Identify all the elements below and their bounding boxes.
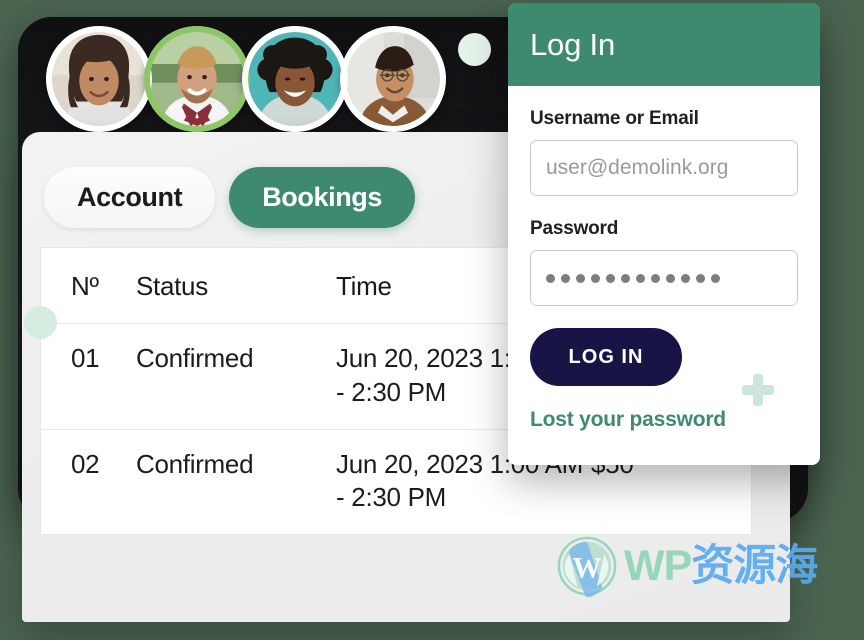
watermark-text-cn: 资源海 — [691, 541, 818, 590]
avatar-user-3[interactable] — [242, 26, 348, 132]
svg-text:W: W — [572, 553, 601, 585]
avatar-ring-active — [144, 26, 250, 132]
decorative-circle-top — [458, 33, 491, 66]
avatar-user-1[interactable] — [46, 26, 152, 132]
avatar-ring — [242, 26, 348, 132]
tab-account[interactable]: Account — [44, 167, 216, 228]
avatar-user-4[interactable] — [340, 26, 446, 132]
login-panel-header: Log In — [508, 3, 820, 86]
decorative-plus-icon — [742, 374, 774, 406]
login-title: Log In — [530, 26, 615, 62]
username-input[interactable] — [530, 140, 798, 196]
tab-bookings[interactable]: Bookings — [229, 167, 416, 228]
avatar-ring — [46, 26, 152, 132]
column-header-status: Status — [136, 271, 208, 301]
cell-status: Confirmed — [136, 343, 254, 374]
password-label: Password — [530, 218, 619, 239]
watermark: W WP 资源海 — [556, 535, 818, 598]
username-label: Username or Email — [530, 108, 699, 129]
cell-number: 01 — [71, 343, 100, 374]
column-header-number: Nº — [71, 271, 99, 301]
page-root: { "colors": { "brand_green": "#3d8a6f", … — [0, 0, 864, 640]
tab-bar: Account Bookings — [44, 167, 416, 228]
password-input[interactable] — [530, 250, 798, 306]
lost-password-link[interactable]: Lost your password — [530, 408, 726, 432]
decorative-circle-left — [24, 306, 57, 339]
watermark-text-en: WP — [624, 541, 692, 590]
avatar-user-2[interactable] — [144, 26, 250, 132]
cell-status: Confirmed — [136, 448, 254, 479]
password-masked-value — [546, 273, 720, 283]
cell-number: 02 — [71, 448, 100, 479]
login-submit-button[interactable]: LOG IN — [530, 328, 682, 386]
avatar-ring — [340, 26, 446, 132]
avatar-group — [46, 26, 446, 132]
wordpress-icon: W — [556, 535, 618, 598]
